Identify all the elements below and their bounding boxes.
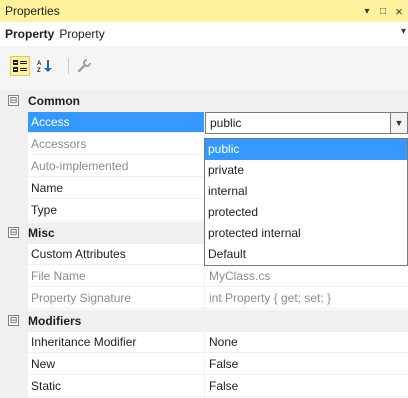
- dropdown-option-public[interactable]: public: [205, 139, 407, 160]
- property-value: int Property { get; set; }: [205, 288, 408, 309]
- property-name: Accessors: [28, 134, 204, 155]
- categorized-button[interactable]: [10, 56, 30, 76]
- property-name: Static: [28, 376, 204, 397]
- property-grid: ⊟ Common Access public ▼ Accessors Auto-…: [0, 90, 408, 398]
- dropdown-option-protected[interactable]: protected: [205, 202, 407, 223]
- chevron-down-icon[interactable]: ▾: [401, 26, 406, 37]
- property-name: Auto-implemented: [28, 156, 204, 177]
- property-name: File Name: [28, 266, 204, 287]
- window-title: Properties: [5, 4, 60, 18]
- collapse-toggle-icon[interactable]: ⊟: [8, 315, 19, 326]
- property-name: New: [28, 354, 204, 375]
- categorized-icon: [13, 60, 27, 72]
- property-row-new[interactable]: New False: [0, 354, 408, 376]
- property-row-access[interactable]: Access public ▼: [0, 112, 408, 134]
- property-row-file-name[interactable]: File Name MyClass.cs: [0, 266, 408, 288]
- category-label: Misc: [28, 226, 55, 240]
- property-value: MyClass.cs: [205, 266, 408, 287]
- dropdown-option-internal[interactable]: internal: [205, 181, 407, 202]
- row-gutter: [0, 178, 28, 200]
- wrench-icon: [77, 59, 91, 73]
- row-gutter: [0, 354, 28, 376]
- object-name: Property: [59, 27, 105, 41]
- property-pages-button[interactable]: [74, 56, 94, 76]
- maximize-icon[interactable]: □: [376, 0, 390, 22]
- property-row-static[interactable]: Static False: [0, 376, 408, 398]
- toolbar-separator: [68, 58, 69, 74]
- property-name: Type: [28, 200, 204, 221]
- property-name: Inheritance Modifier: [28, 332, 204, 353]
- window-controls: ▾ □ ×: [360, 0, 408, 22]
- row-gutter: [0, 156, 28, 178]
- dropdown-option-default[interactable]: Default: [205, 244, 407, 265]
- row-gutter: [0, 112, 28, 134]
- object-selector[interactable]: Property Property ▾: [0, 22, 408, 46]
- collapse-toggle-icon[interactable]: ⊟: [8, 227, 19, 238]
- property-row-property-signature[interactable]: Property Signature int Property { get; s…: [0, 288, 408, 310]
- chevron-down-icon[interactable]: ▼: [390, 112, 408, 134]
- property-name: Property Signature: [28, 288, 204, 309]
- row-gutter: [0, 376, 28, 398]
- property-name: Custom Attributes: [28, 244, 204, 265]
- row-gutter: [0, 200, 28, 222]
- row-gutter: [0, 288, 28, 310]
- collapse-toggle-icon[interactable]: ⊟: [8, 95, 19, 106]
- row-gutter: [0, 266, 28, 288]
- dropdown-option-private[interactable]: private: [205, 160, 407, 181]
- properties-toolbar: A Z: [0, 46, 408, 90]
- category-common[interactable]: ⊟ Common: [0, 90, 408, 112]
- close-icon[interactable]: ×: [392, 0, 406, 22]
- properties-title-bar[interactable]: Properties ▾ □ ×: [0, 0, 408, 22]
- property-value[interactable]: False: [205, 376, 408, 397]
- row-gutter: [0, 244, 28, 266]
- category-label: Common: [28, 94, 80, 108]
- category-modifiers[interactable]: ⊟ Modifiers: [0, 310, 408, 332]
- property-name: Access: [28, 112, 204, 133]
- category-label: Modifiers: [28, 314, 82, 328]
- dropdown-option-protected-internal[interactable]: protected internal: [205, 223, 407, 244]
- access-combobox[interactable]: public ▼: [205, 112, 408, 134]
- svg-text:Z: Z: [37, 68, 41, 73]
- property-row-inheritance-modifier[interactable]: Inheritance Modifier None: [0, 332, 408, 354]
- row-gutter: [0, 134, 28, 156]
- property-name: Name: [28, 178, 204, 199]
- window-position-dropdown-icon[interactable]: ▾: [360, 0, 374, 22]
- property-value[interactable]: False: [205, 354, 408, 375]
- row-gutter: [0, 332, 28, 354]
- combobox-value: public: [210, 116, 242, 130]
- access-dropdown-list: public private internal protected protec…: [204, 138, 408, 266]
- svg-text:A: A: [37, 61, 42, 67]
- alphabetical-button[interactable]: A Z: [35, 56, 55, 76]
- property-value[interactable]: None: [205, 332, 408, 353]
- object-type-label: Property: [5, 27, 55, 41]
- sort-az-icon: A Z: [37, 60, 52, 73]
